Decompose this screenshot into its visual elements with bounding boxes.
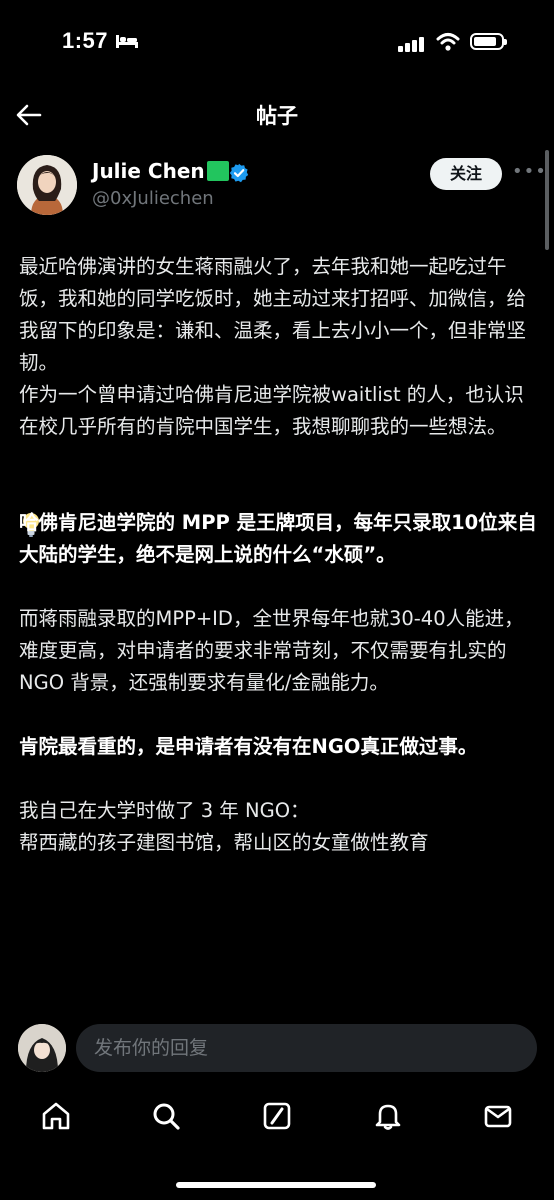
post: Julie Chen @0xJuliechen 关注 ••• 最近哈佛演讲的女生… bbox=[0, 145, 554, 1025]
author-name[interactable]: Julie Chen bbox=[92, 159, 229, 183]
post-paragraph: 而蒋雨融录取的MPP+ID，全世界每年也就30-40人能进，难度更高，对申请者的… bbox=[19, 607, 524, 694]
grok-icon[interactable] bbox=[261, 1100, 293, 1132]
post-paragraph: 帮西藏的孩子建图书馆，帮山区的女童做性教育 bbox=[19, 831, 429, 854]
reply-bar bbox=[0, 1012, 554, 1084]
user-avatar-portrait-icon bbox=[18, 1024, 66, 1072]
scrollbar[interactable] bbox=[545, 150, 549, 250]
messages-envelope-icon[interactable] bbox=[482, 1100, 514, 1132]
reply-input[interactable] bbox=[76, 1024, 537, 1072]
post-paragraph: 我自己在大学时做了 3 年 NGO： bbox=[19, 799, 310, 822]
post-paragraph: 作为一个曾申请过哈佛肯尼迪学院被waitlist 的人，也认识在校几乎所有的肯院… bbox=[19, 383, 524, 438]
sleep-focus-icon bbox=[116, 35, 138, 48]
post-paragraph-highlight: 哈佛肯尼迪学院的 MPP 是王牌项目，每年只录取10位来自大陆的学生，绝不是网上… bbox=[19, 511, 537, 566]
avatar-portrait-icon bbox=[17, 155, 77, 215]
more-options-icon[interactable]: ••• bbox=[512, 161, 547, 182]
top-navigation: 帖子 bbox=[0, 88, 554, 142]
home-indicator[interactable] bbox=[176, 1182, 376, 1188]
post-body: 最近哈佛演讲的女生蒋雨融火了，去年我和她一起吃过午饭，我和她的同学吃饭时，她主动… bbox=[19, 251, 539, 859]
cellular-signal-icon bbox=[398, 37, 424, 52]
battery-icon bbox=[470, 33, 507, 50]
page-title: 帖子 bbox=[256, 104, 298, 128]
search-icon[interactable] bbox=[150, 1100, 182, 1132]
follow-button[interactable]: 关注 bbox=[430, 158, 502, 190]
verified-badge-icon bbox=[229, 163, 249, 183]
post-paragraph: 最近哈佛演讲的女生蒋雨融火了，去年我和她一起吃过午饭，我和她的同学吃饭时，她主动… bbox=[19, 255, 527, 374]
green-square-emoji-icon bbox=[206, 161, 229, 181]
wifi-icon bbox=[436, 33, 460, 51]
post-paragraph-highlight: 肯院最看重的，是申请者有没有在NGO真正做过事。 bbox=[19, 735, 478, 758]
home-icon[interactable] bbox=[40, 1100, 72, 1132]
author-avatar[interactable] bbox=[17, 155, 77, 215]
bottom-tab-bar bbox=[0, 1090, 554, 1150]
author-handle[interactable]: @0xJuliechen bbox=[92, 188, 214, 209]
notifications-bell-icon[interactable] bbox=[372, 1100, 404, 1132]
user-avatar[interactable] bbox=[18, 1024, 66, 1072]
status-time: 1:57 bbox=[62, 28, 109, 53]
status-bar: 1:57 bbox=[0, 0, 554, 80]
author-name-text: Julie Chen bbox=[92, 159, 205, 183]
